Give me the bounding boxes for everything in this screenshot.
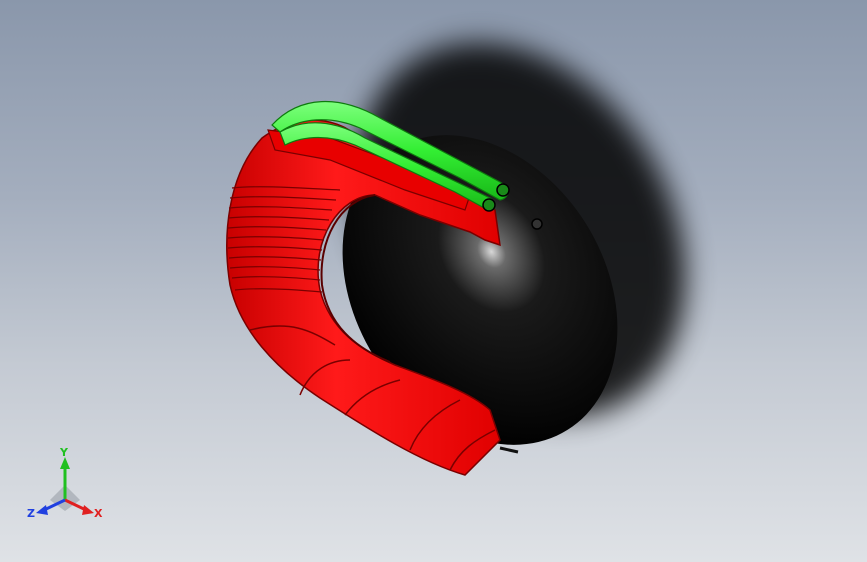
dome-fitting[interactable] <box>531 218 543 230</box>
rail-end-cap-1 <box>496 183 510 197</box>
orientation-triad[interactable]: Y X Z <box>20 445 110 525</box>
triad-y-label: Y <box>59 446 69 459</box>
triad-x-label: X <box>94 507 103 520</box>
rail-end-cap-2 <box>482 198 496 212</box>
graphics-viewport[interactable]: Y X Z <box>0 0 867 562</box>
triad-x-arrow <box>82 505 94 515</box>
bottom-pin <box>499 446 519 454</box>
model-render[interactable] <box>0 0 867 562</box>
triad-z-arrow <box>36 505 48 515</box>
triad-z-label: Z <box>27 507 35 520</box>
